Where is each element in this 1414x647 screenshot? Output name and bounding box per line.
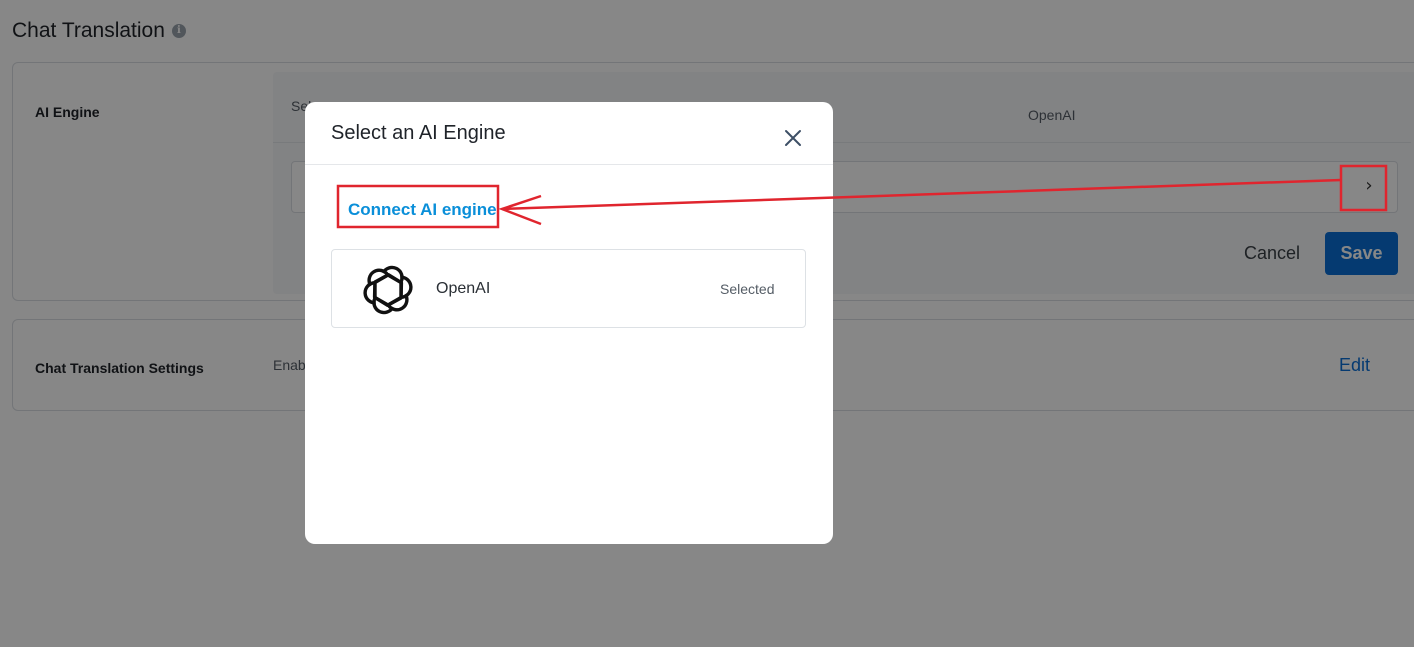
- engine-option-openai[interactable]: OpenAI Selected: [331, 249, 806, 328]
- engine-selected-status: Selected: [720, 281, 775, 297]
- modal-header: Select an AI Engine: [305, 102, 833, 165]
- engine-name: OpenAI: [436, 280, 491, 297]
- modal-title: Select an AI Engine: [331, 122, 506, 144]
- connect-ai-engine-link[interactable]: Connect AI engine: [348, 200, 497, 220]
- openai-logo-icon: [360, 262, 416, 318]
- close-icon[interactable]: [781, 126, 805, 150]
- select-ai-engine-modal: Select an AI Engine Connect AI engine Op…: [305, 102, 833, 544]
